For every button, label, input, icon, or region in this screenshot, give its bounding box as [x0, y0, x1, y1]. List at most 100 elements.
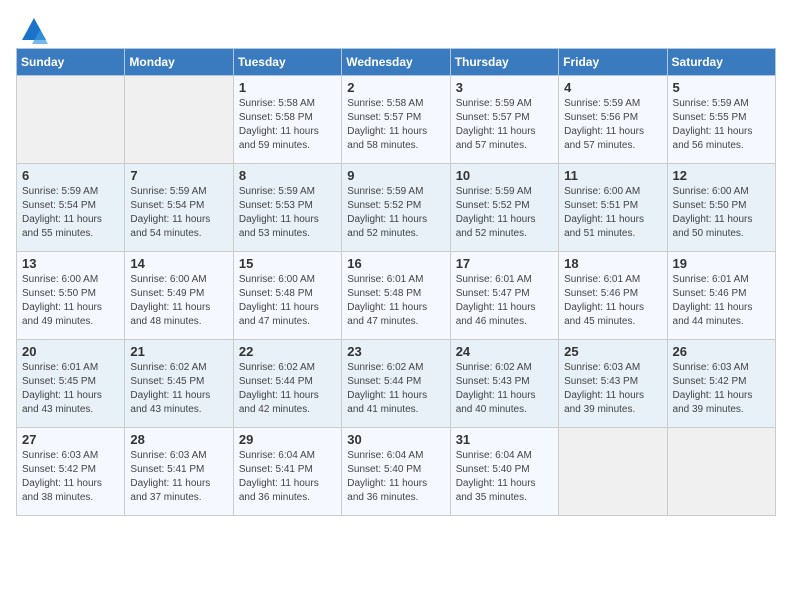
day-info: Sunrise: 6:00 AMSunset: 5:50 PMDaylight:…: [673, 185, 770, 241]
day-number: 5: [673, 80, 770, 95]
day-info: Sunrise: 6:01 AMSunset: 5:46 PMDaylight:…: [564, 273, 661, 329]
calendar-cell: 8 Sunrise: 5:59 AMSunset: 5:53 PMDayligh…: [233, 164, 341, 252]
calendar-week-row: 1 Sunrise: 5:58 AMSunset: 5:58 PMDayligh…: [17, 76, 776, 164]
calendar-cell: 14 Sunrise: 6:00 AMSunset: 5:49 PMDaylig…: [125, 252, 233, 340]
day-number: 14: [130, 256, 227, 271]
day-info: Sunrise: 6:04 AMSunset: 5:40 PMDaylight:…: [347, 449, 444, 505]
weekday-header-sunday: Sunday: [17, 49, 125, 76]
calendar-cell: 6 Sunrise: 5:59 AMSunset: 5:54 PMDayligh…: [17, 164, 125, 252]
day-info: Sunrise: 5:59 AMSunset: 5:52 PMDaylight:…: [347, 185, 444, 241]
calendar-cell: 13 Sunrise: 6:00 AMSunset: 5:50 PMDaylig…: [17, 252, 125, 340]
calendar-cell: 18 Sunrise: 6:01 AMSunset: 5:46 PMDaylig…: [559, 252, 667, 340]
calendar-cell: 5 Sunrise: 5:59 AMSunset: 5:55 PMDayligh…: [667, 76, 775, 164]
weekday-header-wednesday: Wednesday: [342, 49, 450, 76]
calendar-cell: 25 Sunrise: 6:03 AMSunset: 5:43 PMDaylig…: [559, 340, 667, 428]
calendar-cell: 9 Sunrise: 5:59 AMSunset: 5:52 PMDayligh…: [342, 164, 450, 252]
day-info: Sunrise: 5:59 AMSunset: 5:56 PMDaylight:…: [564, 97, 661, 153]
day-number: 28: [130, 432, 227, 447]
weekday-header-tuesday: Tuesday: [233, 49, 341, 76]
calendar-cell: 1 Sunrise: 5:58 AMSunset: 5:58 PMDayligh…: [233, 76, 341, 164]
calendar-cell: 11 Sunrise: 6:00 AMSunset: 5:51 PMDaylig…: [559, 164, 667, 252]
day-number: 1: [239, 80, 336, 95]
calendar-cell: 19 Sunrise: 6:01 AMSunset: 5:46 PMDaylig…: [667, 252, 775, 340]
day-info: Sunrise: 5:59 AMSunset: 5:54 PMDaylight:…: [22, 185, 119, 241]
calendar-cell: [125, 76, 233, 164]
day-number: 8: [239, 168, 336, 183]
day-number: 22: [239, 344, 336, 359]
calendar-cell: 16 Sunrise: 6:01 AMSunset: 5:48 PMDaylig…: [342, 252, 450, 340]
day-info: Sunrise: 5:59 AMSunset: 5:52 PMDaylight:…: [456, 185, 553, 241]
day-info: Sunrise: 6:01 AMSunset: 5:47 PMDaylight:…: [456, 273, 553, 329]
day-number: 2: [347, 80, 444, 95]
day-info: Sunrise: 6:04 AMSunset: 5:41 PMDaylight:…: [239, 449, 336, 505]
day-number: 12: [673, 168, 770, 183]
calendar-cell: 21 Sunrise: 6:02 AMSunset: 5:45 PMDaylig…: [125, 340, 233, 428]
day-number: 3: [456, 80, 553, 95]
day-number: 15: [239, 256, 336, 271]
day-number: 6: [22, 168, 119, 183]
calendar-cell: 17 Sunrise: 6:01 AMSunset: 5:47 PMDaylig…: [450, 252, 558, 340]
weekday-header-monday: Monday: [125, 49, 233, 76]
day-number: 7: [130, 168, 227, 183]
weekday-header-row: SundayMondayTuesdayWednesdayThursdayFrid…: [17, 49, 776, 76]
calendar-cell: 24 Sunrise: 6:02 AMSunset: 5:43 PMDaylig…: [450, 340, 558, 428]
day-number: 19: [673, 256, 770, 271]
day-number: 4: [564, 80, 661, 95]
calendar-cell: 15 Sunrise: 6:00 AMSunset: 5:48 PMDaylig…: [233, 252, 341, 340]
day-number: 18: [564, 256, 661, 271]
calendar-cell: 3 Sunrise: 5:59 AMSunset: 5:57 PMDayligh…: [450, 76, 558, 164]
day-info: Sunrise: 6:00 AMSunset: 5:48 PMDaylight:…: [239, 273, 336, 329]
page-header: [16, 16, 776, 44]
calendar-week-row: 20 Sunrise: 6:01 AMSunset: 5:45 PMDaylig…: [17, 340, 776, 428]
day-number: 26: [673, 344, 770, 359]
calendar-week-row: 27 Sunrise: 6:03 AMSunset: 5:42 PMDaylig…: [17, 428, 776, 516]
day-info: Sunrise: 6:01 AMSunset: 5:45 PMDaylight:…: [22, 361, 119, 417]
calendar-cell: 10 Sunrise: 5:59 AMSunset: 5:52 PMDaylig…: [450, 164, 558, 252]
day-info: Sunrise: 6:01 AMSunset: 5:46 PMDaylight:…: [673, 273, 770, 329]
day-number: 10: [456, 168, 553, 183]
calendar-cell: [667, 428, 775, 516]
day-number: 30: [347, 432, 444, 447]
day-info: Sunrise: 6:03 AMSunset: 5:43 PMDaylight:…: [564, 361, 661, 417]
day-number: 24: [456, 344, 553, 359]
calendar-week-row: 6 Sunrise: 5:59 AMSunset: 5:54 PMDayligh…: [17, 164, 776, 252]
weekday-header-thursday: Thursday: [450, 49, 558, 76]
day-info: Sunrise: 5:59 AMSunset: 5:53 PMDaylight:…: [239, 185, 336, 241]
day-number: 16: [347, 256, 444, 271]
calendar-cell: [559, 428, 667, 516]
day-number: 27: [22, 432, 119, 447]
day-number: 9: [347, 168, 444, 183]
day-info: Sunrise: 5:58 AMSunset: 5:57 PMDaylight:…: [347, 97, 444, 153]
calendar-cell: 28 Sunrise: 6:03 AMSunset: 5:41 PMDaylig…: [125, 428, 233, 516]
day-info: Sunrise: 6:02 AMSunset: 5:44 PMDaylight:…: [239, 361, 336, 417]
calendar-cell: 4 Sunrise: 5:59 AMSunset: 5:56 PMDayligh…: [559, 76, 667, 164]
day-info: Sunrise: 6:00 AMSunset: 5:50 PMDaylight:…: [22, 273, 119, 329]
calendar-cell: 29 Sunrise: 6:04 AMSunset: 5:41 PMDaylig…: [233, 428, 341, 516]
day-info: Sunrise: 6:02 AMSunset: 5:43 PMDaylight:…: [456, 361, 553, 417]
day-info: Sunrise: 6:04 AMSunset: 5:40 PMDaylight:…: [456, 449, 553, 505]
logo: [16, 16, 48, 44]
calendar-cell: 20 Sunrise: 6:01 AMSunset: 5:45 PMDaylig…: [17, 340, 125, 428]
day-info: Sunrise: 6:00 AMSunset: 5:49 PMDaylight:…: [130, 273, 227, 329]
calendar-cell: 26 Sunrise: 6:03 AMSunset: 5:42 PMDaylig…: [667, 340, 775, 428]
weekday-header-friday: Friday: [559, 49, 667, 76]
day-info: Sunrise: 5:59 AMSunset: 5:54 PMDaylight:…: [130, 185, 227, 241]
calendar-table: SundayMondayTuesdayWednesdayThursdayFrid…: [16, 48, 776, 516]
weekday-header-saturday: Saturday: [667, 49, 775, 76]
day-info: Sunrise: 6:02 AMSunset: 5:44 PMDaylight:…: [347, 361, 444, 417]
calendar-cell: 12 Sunrise: 6:00 AMSunset: 5:50 PMDaylig…: [667, 164, 775, 252]
day-number: 25: [564, 344, 661, 359]
calendar-cell: 27 Sunrise: 6:03 AMSunset: 5:42 PMDaylig…: [17, 428, 125, 516]
day-number: 13: [22, 256, 119, 271]
calendar-cell: 2 Sunrise: 5:58 AMSunset: 5:57 PMDayligh…: [342, 76, 450, 164]
calendar-week-row: 13 Sunrise: 6:00 AMSunset: 5:50 PMDaylig…: [17, 252, 776, 340]
calendar-cell: 23 Sunrise: 6:02 AMSunset: 5:44 PMDaylig…: [342, 340, 450, 428]
calendar-cell: 22 Sunrise: 6:02 AMSunset: 5:44 PMDaylig…: [233, 340, 341, 428]
day-number: 17: [456, 256, 553, 271]
day-number: 29: [239, 432, 336, 447]
day-info: Sunrise: 6:02 AMSunset: 5:45 PMDaylight:…: [130, 361, 227, 417]
day-info: Sunrise: 5:59 AMSunset: 5:55 PMDaylight:…: [673, 97, 770, 153]
day-info: Sunrise: 6:03 AMSunset: 5:41 PMDaylight:…: [130, 449, 227, 505]
calendar-cell: 31 Sunrise: 6:04 AMSunset: 5:40 PMDaylig…: [450, 428, 558, 516]
day-number: 11: [564, 168, 661, 183]
